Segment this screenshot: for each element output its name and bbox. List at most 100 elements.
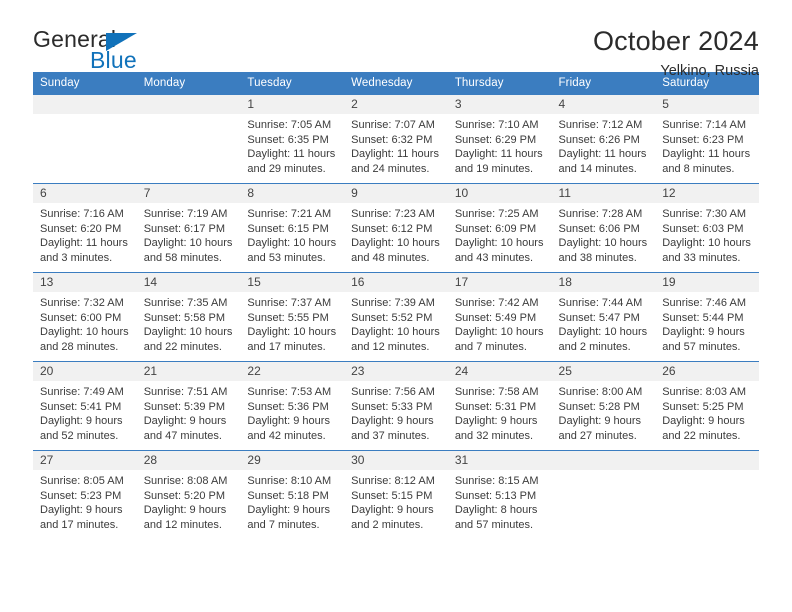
- calendar-day-cell[interactable]: 26 Sunrise: 8:03 AM Sunset: 5:25 PM Dayligh…: [655, 361, 759, 451]
- day-number: [33, 95, 137, 114]
- day-details: Sunrise: 8:15 AM Sunset: 5:13 PM Daylight:…: [448, 470, 552, 532]
- day-number: 6: [33, 184, 137, 203]
- calendar-day-cell[interactable]: 7 Sunrise: 7:19 AM Sunset: 6:17 PM Daylight…: [136, 183, 241, 273]
- sunset-text: Sunset: 5:49 PM: [454, 311, 537, 324]
- calendar-day-cell[interactable]: 5 Sunrise: 7:14 AM Sunset: 6:23 PM Daylight…: [655, 94, 759, 184]
- calendar-day-cell[interactable]: 15 Sunrise: 7:37 AM Sunset: 5:55 PM Dayligh…: [240, 272, 345, 362]
- calendar-day-cell[interactable]: 3 Sunrise: 7:10 AM Sunset: 6:29 PM Daylight…: [447, 94, 552, 184]
- calendar-day-cell[interactable]: 20 Sunrise: 7:49 AM Sunset: 5:41 PM Dayligh…: [33, 361, 137, 451]
- sunrise-text: Sunrise: 7:16 AM: [40, 208, 124, 220]
- sunrise-text: Sunrise: 7:42 AM: [454, 297, 539, 309]
- weekday-header-tuesday: Tuesday: [240, 72, 345, 95]
- sunset-text: Sunset: 5:41 PM: [40, 400, 122, 413]
- calendar-day-cell[interactable]: 16 Sunrise: 7:39 AM Sunset: 5:52 PM Dayligh…: [344, 272, 448, 362]
- sunset-text: Sunset: 5:44 PM: [662, 311, 744, 324]
- day-number: 24: [447, 362, 552, 381]
- sunset-text: Sunset: 5:28 PM: [558, 400, 640, 413]
- calendar-day-cell[interactable]: 30 Sunrise: 8:12 AM Sunset: 5:15 PM Dayligh…: [344, 450, 448, 540]
- calendar-day-cell[interactable]: 28 Sunrise: 8:08 AM Sunset: 5:20 PM Dayligh…: [136, 450, 241, 540]
- day-number: 7: [136, 184, 241, 203]
- sunset-text: Sunset: 6:29 PM: [454, 133, 537, 146]
- calendar-day-cell[interactable]: 18 Sunrise: 7:44 AM Sunset: 5:47 PM Dayligh…: [551, 272, 656, 362]
- day-details: Sunrise: 7:19 AM Sunset: 6:17 PM Daylight:…: [137, 203, 241, 265]
- sunrise-text: Sunrise: 8:08 AM: [143, 475, 228, 487]
- day-number: 27: [33, 451, 137, 470]
- calendar-day-cell[interactable]: 13 Sunrise: 7:32 AM Sunset: 6:00 PM Dayligh…: [33, 272, 137, 362]
- calendar-week-row: 1 Sunrise: 7:05 AM Sunset: 6:35 PM Daylight…: [33, 94, 759, 184]
- day-number: 30: [344, 451, 448, 470]
- calendar-day-cell[interactable]: 25 Sunrise: 8:00 AM Sunset: 5:28 PM Dayligh…: [551, 361, 656, 451]
- calendar-day-cell[interactable]: 8 Sunrise: 7:21 AM Sunset: 6:15 PM Daylight…: [240, 183, 345, 273]
- calendar-day-cell[interactable]: 19 Sunrise: 7:46 AM Sunset: 5:44 PM Dayligh…: [655, 272, 759, 362]
- day-number: 4: [551, 95, 656, 114]
- day-number: 3: [447, 95, 552, 114]
- sunset-text: Sunset: 6:20 PM: [40, 222, 122, 235]
- sunset-text: Sunset: 6:23 PM: [662, 133, 744, 146]
- calendar-day-cell[interactable]: 2 Sunrise: 7:07 AM Sunset: 6:32 PM Daylight…: [344, 94, 448, 184]
- day-details: Sunrise: 7:37 AM Sunset: 5:55 PM Daylight:…: [240, 292, 344, 354]
- general-blue-logo[interactable]: General Blue: [33, 26, 153, 74]
- calendar-week-row: 20 Sunrise: 7:49 AM Sunset: 5:41 PM Dayligh…: [33, 361, 759, 451]
- sunrise-text: Sunrise: 8:12 AM: [351, 475, 435, 487]
- day-details: Sunrise: 7:16 AM Sunset: 6:20 PM Daylight:…: [33, 203, 137, 265]
- calendar-day-cell[interactable]: 22 Sunrise: 7:53 AM Sunset: 5:36 PM Dayligh…: [240, 361, 345, 451]
- daylight-text: Daylight: 9 hours and 17 minutes.: [40, 504, 123, 531]
- daylight-text: Daylight: 10 hours and 43 minutes.: [454, 237, 544, 264]
- calendar-day-cell[interactable]: 27 Sunrise: 8:05 AM Sunset: 5:23 PM Dayligh…: [33, 450, 137, 540]
- day-number: [655, 451, 759, 470]
- day-details: Sunrise: 7:58 AM Sunset: 5:31 PM Daylight:…: [448, 381, 552, 443]
- day-number: 29: [240, 451, 345, 470]
- day-details: Sunrise: 7:14 AM Sunset: 6:23 PM Daylight:…: [655, 114, 759, 176]
- calendar-day-cell[interactable]: 10 Sunrise: 7:25 AM Sunset: 6:09 PM Dayligh…: [447, 183, 552, 273]
- sunrise-text: Sunrise: 7:49 AM: [40, 386, 124, 398]
- day-number: 19: [655, 273, 759, 292]
- day-details: Sunrise: 7:46 AM Sunset: 5:44 PM Daylight:…: [655, 292, 759, 354]
- day-number: 15: [240, 273, 345, 292]
- sunrise-text: Sunrise: 8:05 AM: [40, 475, 124, 487]
- day-number: 1: [240, 95, 345, 114]
- calendar-day-cell[interactable]: 6 Sunrise: 7:16 AM Sunset: 6:20 PM Daylight…: [33, 183, 137, 273]
- sunset-text: Sunset: 5:36 PM: [247, 400, 329, 413]
- calendar-day-cell[interactable]: 29 Sunrise: 8:10 AM Sunset: 5:18 PM Dayligh…: [240, 450, 345, 540]
- day-details: Sunrise: 7:25 AM Sunset: 6:09 PM Daylight:…: [448, 203, 552, 265]
- calendar-day-cell[interactable]: 1 Sunrise: 7:05 AM Sunset: 6:35 PM Daylight…: [240, 94, 345, 184]
- sunset-text: Sunset: 6:26 PM: [558, 133, 640, 146]
- page-title: October 2024: [592, 26, 759, 56]
- calendar-day-cell[interactable]: 14 Sunrise: 7:35 AM Sunset: 5:58 PM Dayligh…: [136, 272, 241, 362]
- calendar-day-cell-empty: [136, 94, 241, 184]
- day-number: 20: [33, 362, 137, 381]
- calendar-day-cell[interactable]: 17 Sunrise: 7:42 AM Sunset: 5:49 PM Dayligh…: [447, 272, 552, 362]
- day-number: 10: [447, 184, 552, 203]
- calendar-day-cell[interactable]: 21 Sunrise: 7:51 AM Sunset: 5:39 PM Dayligh…: [136, 361, 241, 451]
- day-details: Sunrise: 7:42 AM Sunset: 5:49 PM Daylight:…: [448, 292, 552, 354]
- daylight-text: Daylight: 10 hours and 12 minutes.: [351, 326, 440, 353]
- day-details: Sunrise: 8:00 AM Sunset: 5:28 PM Daylight:…: [552, 381, 656, 443]
- day-details: Sunrise: 7:53 AM Sunset: 5:36 PM Daylight:…: [240, 381, 344, 443]
- calendar-day-cell[interactable]: 11 Sunrise: 7:28 AM Sunset: 6:06 PM Dayligh…: [551, 183, 656, 273]
- daylight-text: Daylight: 10 hours and 17 minutes.: [247, 326, 337, 353]
- calendar-day-cell[interactable]: 24 Sunrise: 7:58 AM Sunset: 5:31 PM Dayligh…: [447, 361, 552, 451]
- daylight-text: Daylight: 10 hours and 53 minutes.: [247, 237, 337, 264]
- calendar-day-cell[interactable]: 4 Sunrise: 7:12 AM Sunset: 6:26 PM Daylight…: [551, 94, 656, 184]
- calendar-day-cell-empty: [655, 450, 759, 540]
- sunrise-text: Sunrise: 7:28 AM: [558, 208, 643, 220]
- daylight-text: Daylight: 10 hours and 33 minutes.: [662, 237, 751, 264]
- daylight-text: Daylight: 10 hours and 22 minutes.: [143, 326, 233, 353]
- daylight-text: Daylight: 11 hours and 24 minutes.: [351, 148, 439, 175]
- day-details: Sunrise: 7:32 AM Sunset: 6:00 PM Daylight:…: [33, 292, 137, 354]
- sunrise-text: Sunrise: 7:30 AM: [662, 208, 746, 220]
- sunset-text: Sunset: 5:20 PM: [143, 489, 226, 502]
- calendar-day-cell[interactable]: 31 Sunrise: 8:15 AM Sunset: 5:13 PM Dayligh…: [447, 450, 552, 540]
- calendar-week-row: 13 Sunrise: 7:32 AM Sunset: 6:00 PM Dayligh…: [33, 272, 759, 362]
- sunset-text: Sunset: 5:47 PM: [558, 311, 640, 324]
- day-number: 17: [447, 273, 552, 292]
- sunset-text: Sunset: 5:18 PM: [247, 489, 329, 502]
- sunrise-text: Sunrise: 8:10 AM: [247, 475, 332, 487]
- calendar-day-cell[interactable]: 12 Sunrise: 7:30 AM Sunset: 6:03 PM Dayligh…: [655, 183, 759, 273]
- day-number: 18: [551, 273, 656, 292]
- day-number: 28: [136, 451, 241, 470]
- day-details: Sunrise: 7:12 AM Sunset: 6:26 PM Daylight:…: [552, 114, 656, 176]
- calendar-day-cell[interactable]: 9 Sunrise: 7:23 AM Sunset: 6:12 PM Daylight…: [344, 183, 448, 273]
- day-details: Sunrise: 8:12 AM Sunset: 5:15 PM Daylight:…: [344, 470, 448, 532]
- calendar-day-cell[interactable]: 23 Sunrise: 7:56 AM Sunset: 5:33 PM Dayligh…: [344, 361, 448, 451]
